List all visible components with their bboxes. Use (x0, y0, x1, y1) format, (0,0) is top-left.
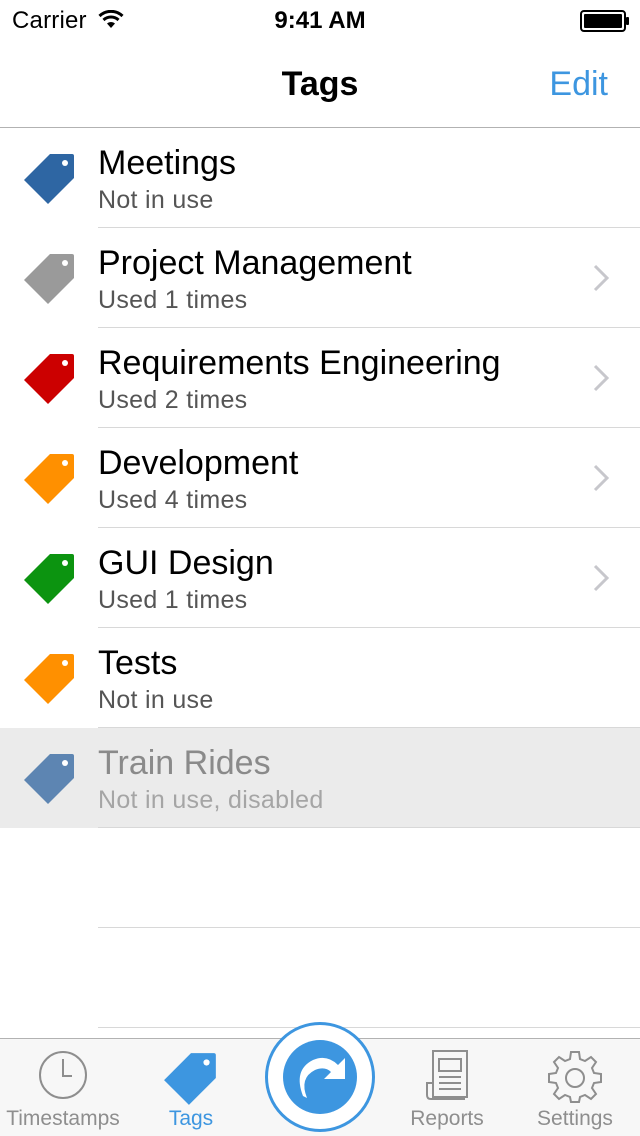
tag-row[interactable]: Development Used 4 times (0, 428, 640, 528)
list-separator (98, 1027, 640, 1028)
gear-icon (548, 1049, 602, 1108)
tab-tags[interactable]: Tags (128, 1039, 254, 1136)
tag-name: Meetings (98, 144, 236, 182)
tag-name: Project Management (98, 244, 412, 282)
tag-list: Meetings Not in use Project Management Used… (0, 128, 640, 828)
list-separator (98, 927, 640, 928)
tag-icon (22, 650, 78, 706)
edit-button[interactable]: Edit (549, 65, 608, 104)
tag-icon (22, 450, 78, 506)
tab-settings[interactable]: Settings (512, 1039, 638, 1136)
tag-icon (22, 350, 78, 406)
tab-label: Settings (537, 1107, 613, 1130)
tag-icon (22, 550, 78, 606)
tag-name: Train Rides (98, 744, 271, 782)
tag-icon (22, 250, 78, 306)
tag-row[interactable]: Tests Not in use (0, 628, 640, 728)
tag-row[interactable]: Train Rides Not in use, disabled (0, 728, 640, 828)
tag-row[interactable]: GUI Design Used 1 times (0, 528, 640, 628)
chevron-right-icon (592, 564, 610, 592)
tag-row[interactable]: Requirements Engineering Used 2 times (0, 328, 640, 428)
tab-timestamps[interactable]: Timestamps (0, 1039, 126, 1136)
chevron-right-icon (592, 264, 610, 292)
tag-usage: Used 2 times (98, 386, 248, 414)
list-separator (98, 827, 640, 828)
battery-icon (580, 10, 630, 32)
status-bar: Carrier 9:41 AM (0, 0, 640, 40)
clock-icon (37, 1049, 89, 1106)
tag-usage: Used 1 times (98, 586, 248, 614)
tab-label: Tags (168, 1107, 214, 1130)
clock: 9:41 AM (274, 7, 366, 34)
tag-name: Development (98, 444, 299, 482)
tag-icon (22, 750, 78, 806)
tag-usage: Not in use (98, 186, 214, 214)
tag-usage: Used 4 times (98, 486, 248, 514)
tag-row[interactable]: Project Management Used 1 times (0, 228, 640, 328)
tag-icon (162, 1049, 220, 1112)
chevron-right-icon (592, 464, 610, 492)
new-timestamp-button[interactable] (265, 1022, 375, 1132)
navigation-bar: Tags Edit (0, 40, 640, 128)
tag-name: Tests (98, 644, 178, 682)
tag-name: Requirements Engineering (98, 344, 501, 382)
tag-name: GUI Design (98, 544, 274, 582)
page-title: Tags (281, 65, 359, 103)
tag-usage: Not in use (98, 686, 214, 714)
chevron-right-icon (592, 364, 610, 392)
report-icon (421, 1049, 473, 1106)
tab-label: Timestamps (6, 1107, 120, 1130)
tag-usage: Not in use, disabled (98, 786, 324, 814)
tag-icon (22, 150, 78, 206)
tab-reports[interactable]: Reports (384, 1039, 510, 1136)
tag-row[interactable]: Meetings Not in use (0, 128, 640, 228)
tab-label: Reports (410, 1107, 484, 1130)
tag-usage: Used 1 times (98, 286, 248, 314)
